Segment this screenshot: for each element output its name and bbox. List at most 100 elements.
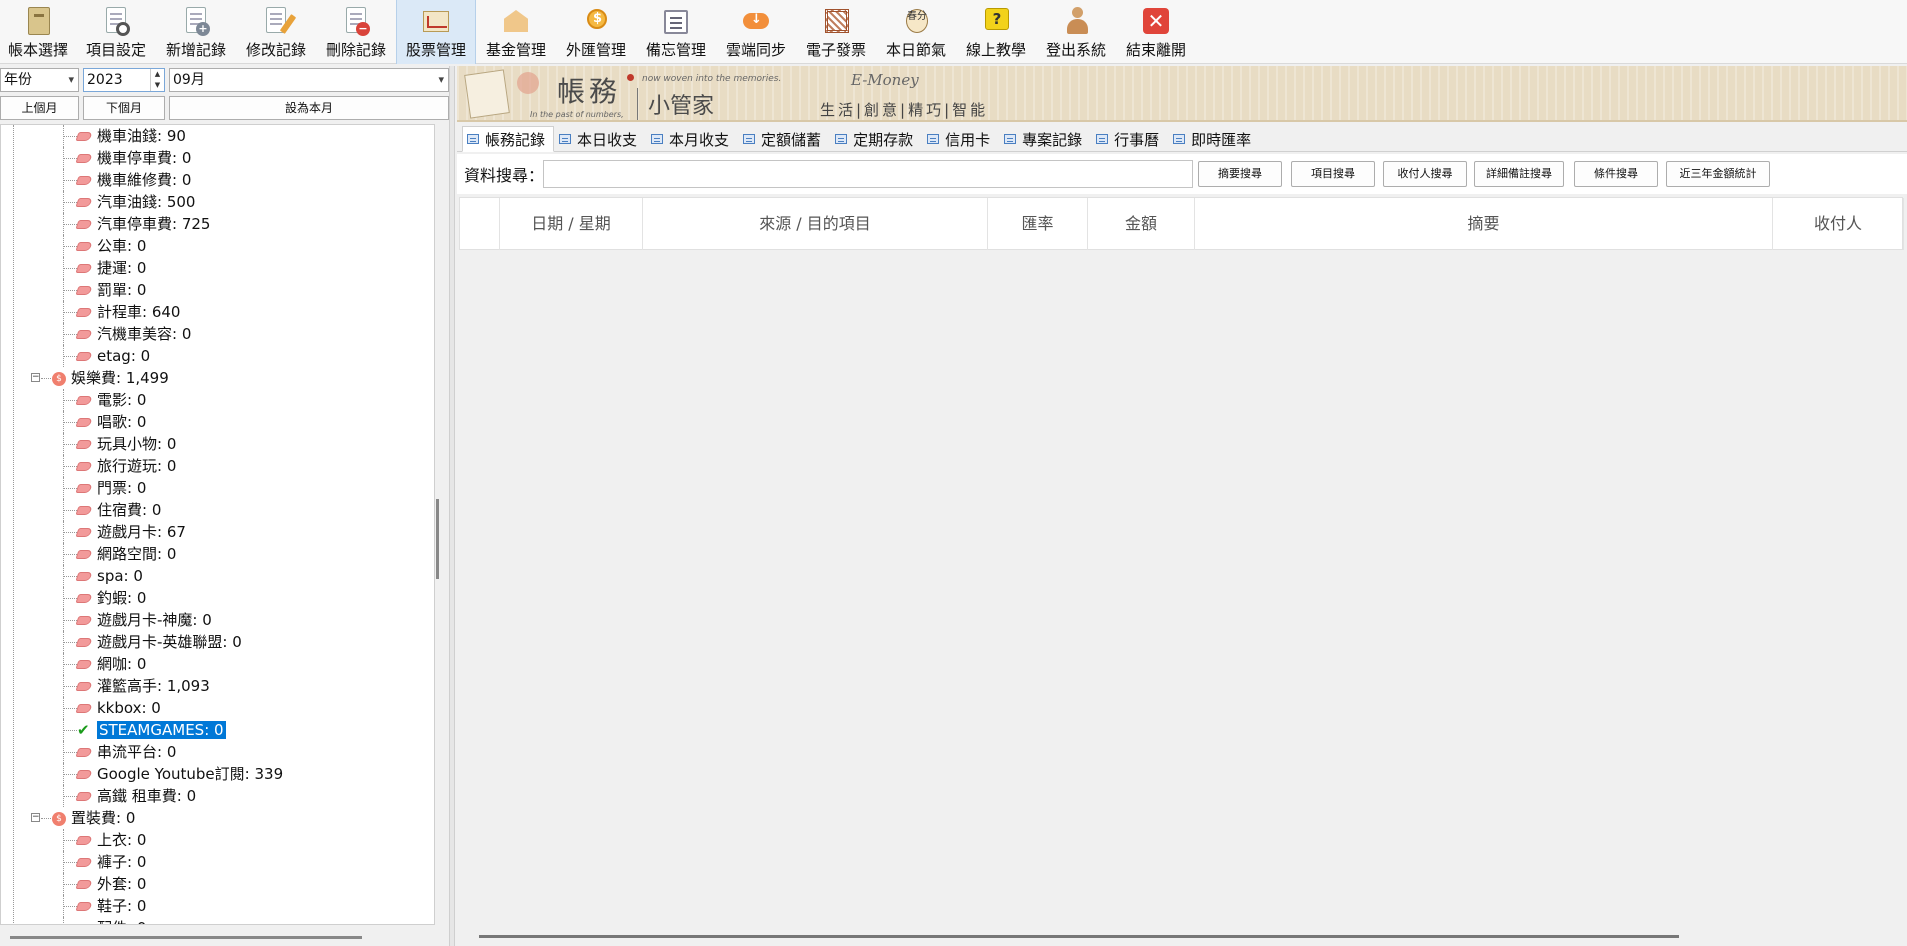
- set-this-month-button[interactable]: 設為本月: [169, 96, 449, 120]
- tree-item-row[interactable]: 串流平台: 0: [75, 741, 176, 763]
- tab-5[interactable]: 定期存款: [830, 126, 922, 152]
- toolbar-button-10[interactable]: 雲端同步: [716, 0, 796, 64]
- column-header-7[interactable]: 收付人: [1773, 198, 1904, 250]
- tree-item-row[interactable]: etag: 0: [75, 345, 150, 367]
- tree-item-row[interactable]: 高鐵 租車費: 0: [75, 785, 196, 807]
- tree-item-row[interactable]: 外套: 0: [75, 873, 146, 895]
- tree-item-row[interactable]: 網路空間: 0: [75, 543, 176, 565]
- toolbar-button-6[interactable]: 股票管理: [396, 0, 476, 64]
- tab-2[interactable]: 本日收支: [554, 126, 646, 152]
- column-header-2[interactable]: 日期 / 星期: [500, 198, 643, 250]
- tree-item-row[interactable]: 電影: 0: [75, 389, 146, 411]
- search-button-6[interactable]: 近三年金額統計: [1666, 161, 1770, 187]
- search-input[interactable]: [543, 160, 1193, 188]
- grid-header: 日期 / 星期 來源 / 目的項目 匯率 金額 摘要 收付人: [459, 197, 1904, 250]
- toolbar-button-12[interactable]: 春分 本日節氣: [876, 0, 956, 64]
- tree-category-row[interactable]: $ 置裝費: 0: [52, 807, 135, 829]
- tree-scrollbar-thumb[interactable]: [436, 499, 439, 579]
- tag-icon: [75, 572, 93, 581]
- toolbar-button-15[interactable]: ✕ 結束離開: [1116, 0, 1196, 64]
- tree-row-label: 捷運: 0: [97, 259, 147, 277]
- tree-item-row[interactable]: 遊戲月卡-神魔: 0: [75, 609, 212, 631]
- column-header-6[interactable]: 摘要: [1195, 198, 1773, 250]
- tree-category-row[interactable]: $ 娛樂費: 1,499: [52, 367, 169, 389]
- tab-7[interactable]: 專案記錄: [999, 126, 1091, 152]
- toolbar-button-4[interactable]: 修改記錄: [236, 0, 316, 64]
- tree-item-row[interactable]: 計程車: 640: [75, 301, 180, 323]
- tree-item-row[interactable]: kkbox: 0: [75, 697, 161, 719]
- tree-item-row[interactable]: 汽機車美容: 0: [75, 323, 191, 345]
- tree-item-row[interactable]: 汽車停車費: 725: [75, 213, 210, 235]
- toolbar-button-2[interactable]: 項目設定: [76, 0, 156, 64]
- search-button-2[interactable]: 項目搜尋: [1291, 161, 1375, 187]
- toolbar-button-7[interactable]: 基金管理: [476, 0, 556, 64]
- tree-item-row[interactable]: Google Youtube訂閱: 339: [75, 763, 283, 785]
- records-grid[interactable]: 日期 / 星期 來源 / 目的項目 匯率 金額 摘要 收付人: [459, 197, 1905, 946]
- toolbar-button-14[interactable]: 登出系統: [1036, 0, 1116, 64]
- tree-item-row[interactable]: 機車油錢: 90: [75, 125, 186, 147]
- column-header-4[interactable]: 匯率: [988, 198, 1088, 250]
- search-button-1[interactable]: 摘要搜尋: [1198, 161, 1282, 187]
- toolbar-button-11[interactable]: 電子發票: [796, 0, 876, 64]
- search-button-3[interactable]: 收付人搜尋: [1383, 161, 1467, 187]
- table-icon: [651, 134, 664, 144]
- column-header-1[interactable]: [460, 198, 500, 250]
- tree-item-row[interactable]: 配件: 0: [77, 917, 146, 924]
- tree-item-row[interactable]: 罰單: 0: [75, 279, 146, 301]
- next-month-button[interactable]: 下個月: [83, 96, 165, 120]
- tree-item-row[interactable]: 捷運: 0: [75, 257, 147, 279]
- tree-item-row[interactable]: 旅行遊玩: 0: [75, 455, 176, 477]
- tree-connector: [63, 312, 77, 313]
- category-coin-icon: $: [52, 371, 66, 386]
- column-header-3[interactable]: 來源 / 目的項目: [643, 198, 988, 250]
- tab-6[interactable]: 信用卡: [922, 126, 999, 152]
- toolbar-button-5[interactable]: − 刪除記錄: [316, 0, 396, 64]
- collapse-toggle-icon[interactable]: −: [31, 373, 40, 382]
- tree-item-row[interactable]: 唱歌: 0: [75, 411, 146, 433]
- tree-item-row[interactable]: 玩具小物: 0: [75, 433, 176, 455]
- prev-month-button[interactable]: 上個月: [0, 96, 79, 120]
- tab-9[interactable]: 即時匯率: [1168, 126, 1260, 152]
- tree-item-row[interactable]: ✔ STEAMGAMES: 0: [77, 719, 226, 741]
- tree-item-row[interactable]: 公車: 0: [75, 235, 146, 257]
- tab-8[interactable]: 行事曆: [1091, 126, 1168, 152]
- memo-icon: [661, 6, 691, 36]
- tree-item-row[interactable]: 遊戲月卡: 67: [75, 521, 186, 543]
- tree-item-row[interactable]: 門票: 0: [75, 477, 146, 499]
- toolbar-button-1[interactable]: 帳本選擇: [0, 0, 76, 64]
- period-type-select[interactable]: 年份 ▾: [0, 68, 79, 92]
- tree-item-row[interactable]: 網咖: 0: [75, 653, 146, 675]
- tab-1[interactable]: 帳務記錄: [462, 126, 555, 152]
- tree-item-row[interactable]: 遊戲月卡-英雄聯盟: 0: [75, 631, 242, 653]
- tree-item-row[interactable]: spa: 0: [75, 565, 143, 587]
- tree-horizontal-scrollbar[interactable]: [10, 936, 362, 939]
- tree-item-row[interactable]: 機車維修費: 0: [75, 169, 191, 191]
- tree-item-row[interactable]: 上衣: 0: [75, 829, 146, 851]
- tree-item-row[interactable]: 汽車油錢: 500: [75, 191, 195, 213]
- toolbar-button-13[interactable]: ? 線上教學: [956, 0, 1036, 64]
- panel-splitter[interactable]: [449, 66, 455, 946]
- tab-4[interactable]: 定額儲蓄: [738, 126, 830, 152]
- collapse-toggle-icon[interactable]: −: [31, 813, 40, 822]
- tree-item-row[interactable]: 鞋子: 0: [75, 895, 146, 917]
- tree-item-row[interactable]: 機車停車費: 0: [75, 147, 191, 169]
- month-select[interactable]: 09月 ▾: [169, 68, 449, 92]
- tree-item-row[interactable]: 住宿費: 0: [75, 499, 161, 521]
- tab-label: 帳務記錄: [485, 130, 546, 149]
- search-button-5[interactable]: 條件搜尋: [1574, 161, 1658, 187]
- toolbar-button-label: 本日節氣: [885, 41, 946, 59]
- tree-item-row[interactable]: 褲子: 0: [75, 851, 146, 873]
- category-tree[interactable]: 機車油錢: 90 機車停車費: 0 機車維修費: 0 汽車油錢: 500 汽車停車費: …: [0, 124, 435, 925]
- spin-arrows-icon[interactable]: ▲ ▼: [150, 69, 164, 91]
- search-button-4[interactable]: 詳細備註搜尋: [1474, 161, 1564, 187]
- toolbar-button-8[interactable]: 外匯管理: [556, 0, 636, 64]
- column-header-5[interactable]: 金額: [1088, 198, 1195, 250]
- year-spinner[interactable]: 2023 ▲ ▼: [83, 68, 165, 92]
- tab-3[interactable]: 本月收支: [646, 126, 738, 152]
- grid-horizontal-scrollbar[interactable]: [479, 935, 1679, 938]
- tree-item-row[interactable]: 釣蝦: 0: [75, 587, 146, 609]
- tag-icon: [75, 550, 93, 559]
- toolbar-button-3[interactable]: + 新增記錄: [156, 0, 236, 64]
- toolbar-button-9[interactable]: 備忘管理: [636, 0, 716, 64]
- tree-item-row[interactable]: 灌籃高手: 1,093: [75, 675, 210, 697]
